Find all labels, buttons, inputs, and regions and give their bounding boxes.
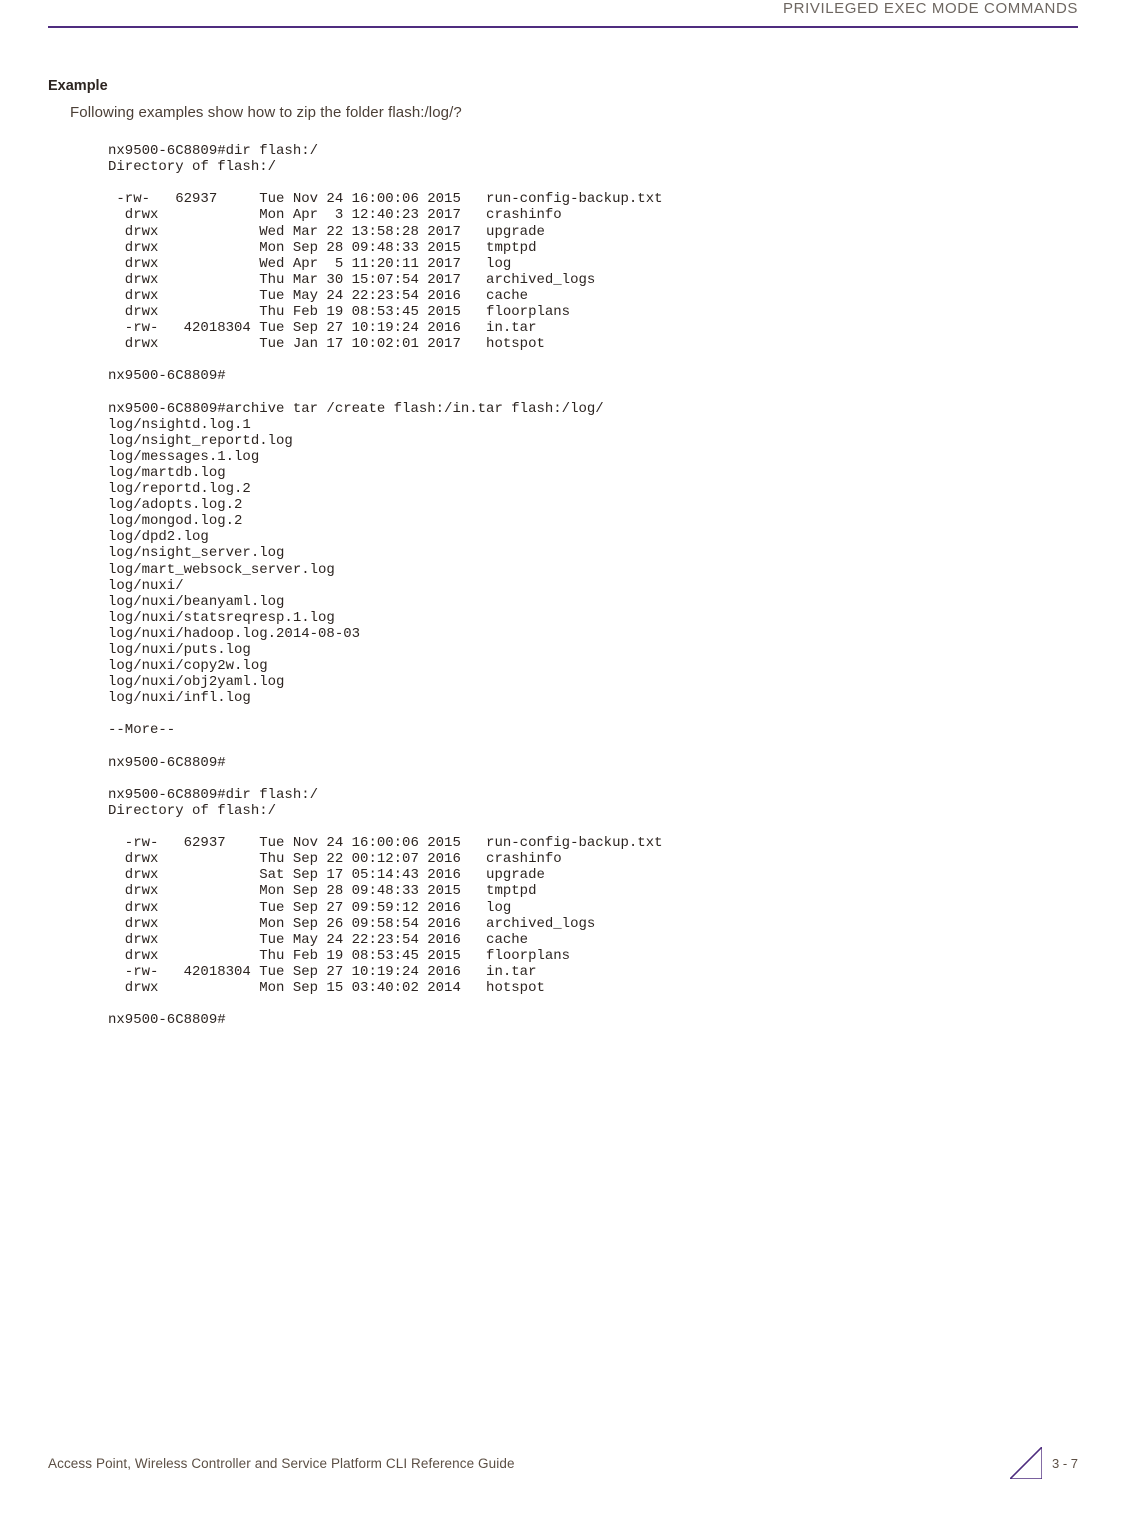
code-line: nx9500-6C8809#dir flash:/ <box>108 143 318 159</box>
code-line: drwx Thu Sep 22 00:12:07 2016 crashinfo <box>108 851 562 867</box>
code-line: log/mongod.log.2 <box>108 513 242 529</box>
code-line: -rw- 62937 Tue Nov 24 16:00:06 2015 run-… <box>108 835 663 851</box>
code-line: log/nsight_server.log <box>108 545 284 561</box>
code-line: drwx Thu Feb 19 08:53:45 2015 floorplans <box>108 304 570 320</box>
code-line: drwx Tue Jan 17 10:02:01 2017 hotspot <box>108 336 545 352</box>
code-line: drwx Tue May 24 22:23:54 2016 cache <box>108 932 528 948</box>
code-line: log/mart_websock_server.log <box>108 562 335 578</box>
code-line: -rw- 62937 Tue Nov 24 16:00:06 2015 run-… <box>108 191 663 207</box>
code-line: -rw- 42018304 Tue Sep 27 10:19:24 2016 i… <box>108 320 536 336</box>
code-line: drwx Mon Sep 28 09:48:33 2015 tmptpd <box>108 883 536 899</box>
code-line: drwx Mon Sep 15 03:40:02 2014 hotspot <box>108 980 545 996</box>
footer-page-number: 3 - 7 <box>1052 1456 1078 1471</box>
code-line: drwx Mon Apr 3 12:40:23 2017 crashinfo <box>108 207 562 223</box>
code-line: log/nuxi/copy2w.log <box>108 658 268 674</box>
code-line: log/nuxi/infl.log <box>108 690 251 706</box>
code-line: drwx Mon Sep 26 09:58:54 2016 archived_l… <box>108 916 595 932</box>
page-header-title: PRIVILEGED EXEC MODE COMMANDS <box>783 0 1078 17</box>
code-line: nx9500-6C8809#archive tar /create flash:… <box>108 401 604 417</box>
code-line: log/nuxi/hadoop.log.2014-08-03 <box>108 626 360 642</box>
code-line: --More-- <box>108 722 175 738</box>
code-line: drwx Wed Mar 22 13:58:28 2017 upgrade <box>108 224 545 240</box>
code-line: drwx Tue Sep 27 09:59:12 2016 log <box>108 900 511 916</box>
code-line: log/messages.1.log <box>108 449 259 465</box>
code-line: drwx Wed Apr 5 11:20:11 2017 log <box>108 256 511 272</box>
code-line: log/nsight_reportd.log <box>108 433 293 449</box>
code-line: drwx Thu Feb 19 08:53:45 2015 floorplans <box>108 948 570 964</box>
page-corner-icon <box>1010 1447 1042 1479</box>
code-line: nx9500-6C8809# <box>108 1012 226 1028</box>
code-line: Directory of flash:/ <box>108 159 276 175</box>
prose-lead: Following examples show how to zip the f… <box>70 104 1078 121</box>
code-line: Directory of flash:/ <box>108 803 276 819</box>
code-line: log/martdb.log <box>108 465 226 481</box>
code-line: log/nsightd.log.1 <box>108 417 251 433</box>
code-block: nx9500-6C8809#dir flash:/ Directory of f… <box>108 127 1078 1044</box>
footer-text: Access Point, Wireless Controller and Se… <box>48 1456 515 1471</box>
code-line: log/nuxi/beanyaml.log <box>108 594 284 610</box>
code-line: log/nuxi/statsreqresp.1.log <box>108 610 335 626</box>
code-line: nx9500-6C8809# <box>108 755 226 771</box>
code-line: drwx Thu Mar 30 15:07:54 2017 archived_l… <box>108 272 595 288</box>
code-line: log/nuxi/puts.log <box>108 642 251 658</box>
code-line: -rw- 42018304 Tue Sep 27 10:19:24 2016 i… <box>108 964 536 980</box>
code-line: drwx Mon Sep 28 09:48:33 2015 tmptpd <box>108 240 536 256</box>
code-line: log/adopts.log.2 <box>108 497 242 513</box>
code-line: log/dpd2.log <box>108 529 209 545</box>
code-line: nx9500-6C8809# <box>108 368 226 384</box>
code-line: log/nuxi/ <box>108 578 184 594</box>
code-line: log/nuxi/obj2yaml.log <box>108 674 284 690</box>
header-rule <box>48 26 1078 28</box>
heading-example: Example <box>48 78 1078 94</box>
code-line: nx9500-6C8809#dir flash:/ <box>108 787 318 803</box>
code-line: log/reportd.log.2 <box>108 481 251 497</box>
code-line: drwx Sat Sep 17 05:14:43 2016 upgrade <box>108 867 545 883</box>
code-line: drwx Tue May 24 22:23:54 2016 cache <box>108 288 528 304</box>
